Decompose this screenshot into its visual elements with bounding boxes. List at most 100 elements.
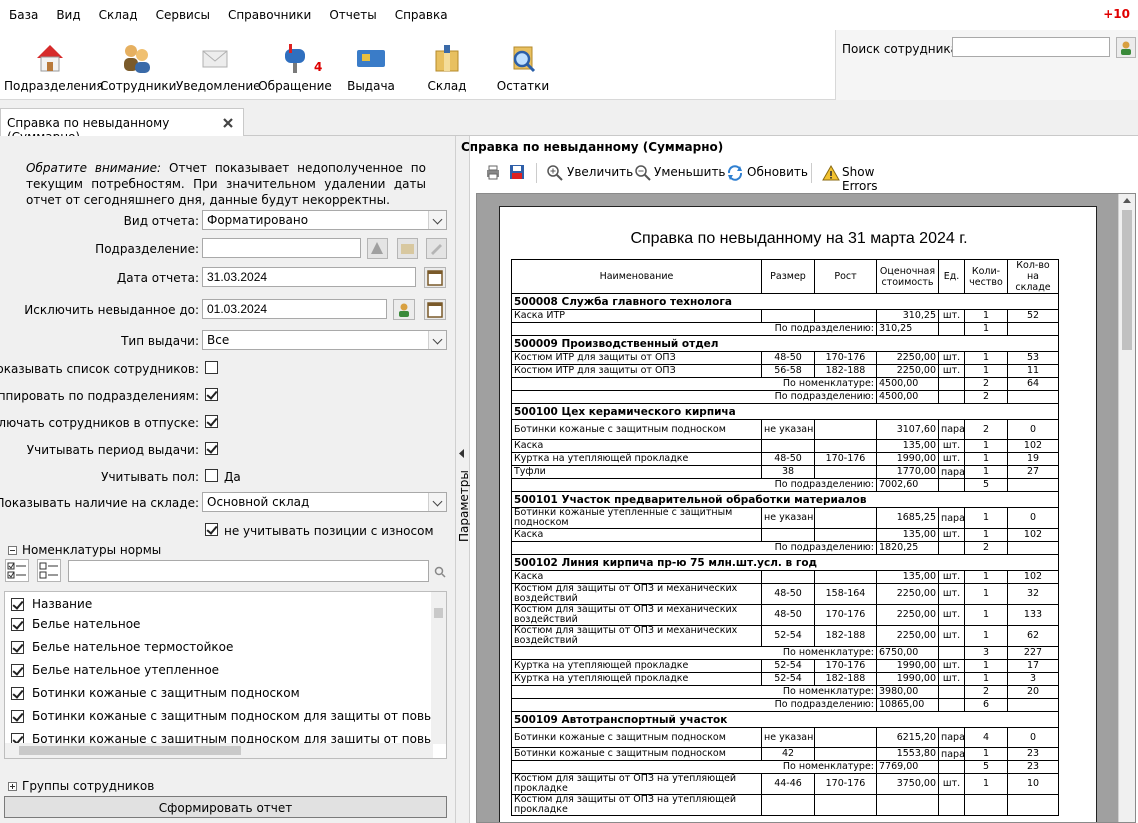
- uncheck-all-button[interactable]: [37, 559, 61, 582]
- zoom-out-button[interactable]: Уменьшить: [634, 163, 726, 183]
- zoom-in-button[interactable]: Увеличить: [546, 163, 633, 183]
- floppy-icon: [510, 165, 524, 179]
- table-header-cell: Кол-во на складе: [1007, 259, 1059, 294]
- table-cell: 48-50: [761, 452, 815, 466]
- period-checkbox[interactable]: [205, 442, 218, 455]
- report-vertical-scrollbar[interactable]: [1118, 194, 1135, 822]
- exclude-date-calendar-button[interactable]: [424, 299, 446, 320]
- table-cell: [964, 794, 1008, 816]
- envelope-icon: [202, 50, 228, 68]
- list-vertical-scrollbar[interactable]: [431, 592, 446, 744]
- collapse-icon[interactable]: [8, 546, 17, 555]
- toolbar-remains-button[interactable]: Остатки: [486, 30, 560, 100]
- total-qty-cell: 2: [964, 541, 1008, 555]
- menu-vid[interactable]: Вид: [47, 8, 89, 22]
- total-label-cell: По подразделению:: [511, 478, 877, 492]
- wear-checkbox[interactable]: [205, 523, 218, 536]
- parameters-side-tab[interactable]: Параметры: [455, 136, 471, 823]
- total-stock-cell: [1007, 478, 1059, 492]
- division-input[interactable]: [202, 238, 361, 258]
- list-item-checkbox[interactable]: [11, 664, 24, 677]
- menu-servisy[interactable]: Сервисы: [147, 8, 219, 22]
- tab-report[interactable]: Справка по невыданному (Суммарно): [0, 108, 244, 144]
- vacation-row: Исключать сотрудников в отпуске:: [0, 412, 455, 434]
- list-header-checkbox[interactable]: [11, 598, 24, 611]
- table-row: Ботинки кожаные с защитным подноском 42 15…: [511, 747, 1059, 761]
- vacation-label: Исключать сотрудников в отпуске:: [0, 416, 199, 430]
- division-open-button[interactable]: [397, 238, 418, 259]
- table-cell: 170-176: [814, 604, 877, 626]
- group-title-cell: 500009 Производственный отдел: [511, 335, 1059, 352]
- list-header-label: Название: [32, 597, 93, 611]
- close-icon[interactable]: [222, 117, 234, 129]
- employee-search-input[interactable]: [952, 37, 1110, 57]
- vacation-checkbox[interactable]: [205, 415, 218, 428]
- save-button[interactable]: [508, 163, 528, 183]
- report-canvas[interactable]: Справка по невыданному на 31 марта 2024 …: [476, 193, 1136, 823]
- list-item-checkbox[interactable]: [11, 687, 24, 700]
- table-cell: шт.: [938, 439, 965, 453]
- division-clear-button[interactable]: [426, 238, 447, 259]
- table-cell: пара: [938, 419, 965, 440]
- exclude-date-input[interactable]: [202, 299, 387, 319]
- issue-type-select[interactable]: Все: [202, 330, 447, 350]
- table-total-row: По номенклатуре: 4500,00 2 64: [511, 377, 1059, 391]
- collapse-arrow-icon[interactable]: [458, 449, 466, 458]
- table-row: Ботинки кожаные утепленные с защитным по…: [511, 507, 1059, 529]
- table-cell: 133: [1007, 604, 1059, 626]
- menu-spravochniki[interactable]: Справочники: [219, 8, 320, 22]
- table-cell: 2250,00: [876, 364, 939, 378]
- wear-label: не учитывать позиции с износом: [224, 524, 434, 538]
- table-total-row: По подразделению: 10865,00 6: [511, 698, 1059, 712]
- division-select-button[interactable]: [367, 238, 388, 259]
- house-icon: [37, 45, 63, 72]
- nomenclature-filter-input[interactable]: [68, 560, 429, 582]
- expand-icon[interactable]: [8, 782, 17, 791]
- show-employees-label: Показывать список сотрудников:: [0, 362, 199, 376]
- notification-badge[interactable]: +10: [1103, 7, 1130, 21]
- total-qty-cell: 5: [964, 760, 1008, 774]
- report-type-select[interactable]: Форматировано: [202, 210, 447, 230]
- toolbar-issue-button[interactable]: Выдача: [336, 30, 406, 100]
- list-item-checkbox[interactable]: [11, 641, 24, 654]
- group-title-cell: 500101 Участок предварительной обработки…: [511, 491, 1059, 508]
- toolbar-request-button[interactable]: 4 Обращение: [258, 30, 332, 100]
- division-label: Подразделение:: [95, 242, 199, 256]
- show-employees-checkbox[interactable]: [205, 361, 218, 374]
- exclude-date-person-button[interactable]: [393, 299, 415, 320]
- menu-baza[interactable]: База: [0, 8, 47, 22]
- menu-spravka[interactable]: Справка: [386, 8, 457, 22]
- toolbar-label: Уведомление: [176, 79, 261, 93]
- refresh-button[interactable]: Обновить: [726, 163, 808, 183]
- list-item-checkbox[interactable]: [11, 710, 24, 723]
- report-date-calendar-button[interactable]: [424, 267, 446, 288]
- scroll-thumb[interactable]: [1122, 210, 1132, 350]
- gender-checkbox[interactable]: [205, 469, 218, 482]
- table-cell: пара: [938, 727, 965, 748]
- table-cell: [938, 322, 965, 336]
- employee-search-panel: Поиск сотрудника:: [836, 30, 1138, 100]
- toolbar-warehouse-button[interactable]: Склад: [412, 30, 482, 100]
- check-all-button[interactable]: [5, 559, 29, 582]
- list-item-checkbox[interactable]: [11, 618, 24, 631]
- group-checkbox[interactable]: [205, 388, 218, 401]
- menu-sklad[interactable]: Склад: [90, 8, 147, 22]
- show-errors-button[interactable]: Show Errors: [822, 163, 912, 193]
- toolbar-notification-button[interactable]: Уведомление: [176, 30, 261, 100]
- table-total-row: По номенклатуре: 3980,00 2 20: [511, 685, 1059, 699]
- list-horizontal-scrollbar[interactable]: [5, 743, 433, 758]
- toolbar-subdivisions-button[interactable]: Подразделения: [4, 30, 104, 100]
- table-cell: [814, 309, 877, 323]
- period-row: Учитывать период выдачи:: [0, 439, 455, 461]
- groups-section-header[interactable]: Группы сотрудников: [8, 779, 308, 797]
- stock-select[interactable]: Основной склад: [202, 492, 447, 512]
- menu-otchety[interactable]: Отчеты: [320, 8, 385, 22]
- report-date-input[interactable]: [202, 267, 416, 287]
- print-button[interactable]: [484, 163, 504, 183]
- generate-report-button[interactable]: Сформировать отчет: [4, 796, 447, 818]
- table-total-row: По подразделению: 310,25 1: [511, 322, 1059, 336]
- scroll-up-icon[interactable]: [1123, 198, 1131, 203]
- toolbar-employees-button[interactable]: Сотрудники: [100, 30, 176, 100]
- total-qty-cell: 3: [964, 646, 1008, 660]
- employee-search-button[interactable]: [1116, 37, 1136, 58]
